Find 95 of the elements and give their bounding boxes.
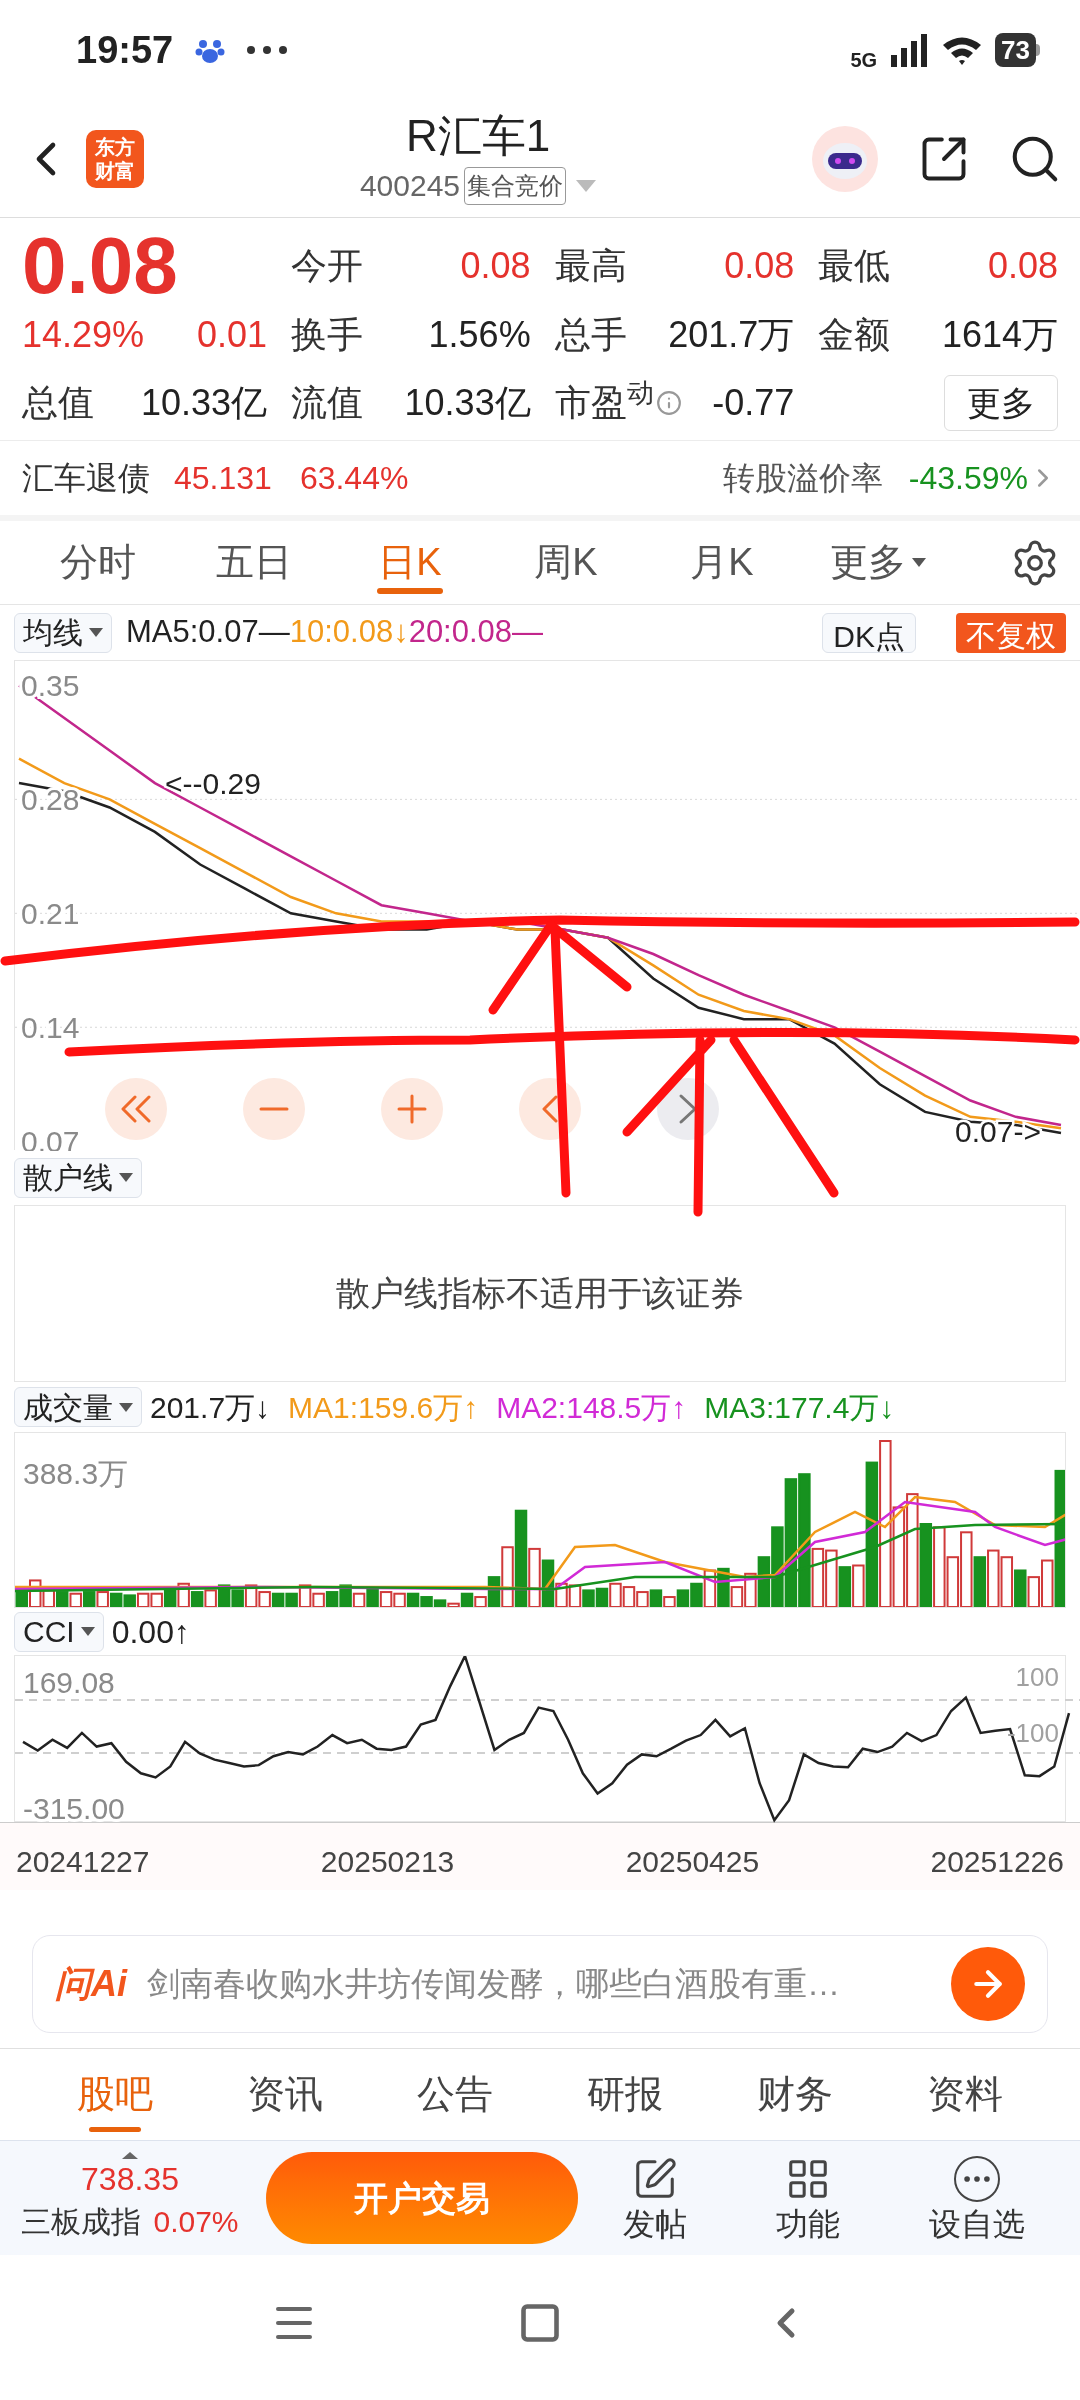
auction-badge: 集合竞价	[464, 166, 567, 205]
stat-label: 最高	[554, 244, 627, 288]
volume-value: MA1:159.6万↑	[288, 1389, 479, 1426]
stat-label: 金额	[818, 312, 891, 357]
stat-value: 10.33亿	[404, 381, 531, 426]
change-amount: 0.01	[196, 312, 267, 357]
ma-value: MA5:0.07—	[126, 613, 290, 652]
indicator-message: 散户线指标不适用于该证券	[336, 1273, 744, 1314]
axis-label: 0.35	[21, 668, 80, 702]
stat-label: 换手	[291, 312, 363, 357]
signal-icon	[889, 33, 930, 67]
plus-icon	[397, 1094, 427, 1124]
bond-change: 63.44%	[299, 459, 409, 498]
stat-label: 总手	[554, 312, 627, 357]
content-tab[interactable]: 研报	[540, 2049, 710, 2140]
stat-label: 市盈$^{动}$	[554, 376, 654, 426]
suggested-question[interactable]: 剑南春收购水井坊传闻发酵，哪些白酒股有重…	[147, 1959, 840, 2009]
clock: 19:57	[76, 27, 174, 73]
stat-value: 201.7万	[668, 312, 795, 357]
axis-label: 0.28	[21, 782, 80, 816]
price-marker-label: <--0.29	[165, 766, 261, 800]
minus-icon	[259, 1107, 289, 1111]
caret-icon	[80, 1627, 95, 1636]
cci-value: 0.00↑	[111, 1612, 190, 1652]
stat-value: 0.08	[987, 244, 1058, 288]
dk-dropdown[interactable]: DK点	[822, 612, 916, 653]
bond-price: 45.131	[174, 459, 272, 498]
volume-value: MA3:177.4万↓	[704, 1389, 895, 1426]
more-button[interactable]: 更多	[944, 375, 1058, 432]
caret-icon	[119, 1173, 133, 1182]
period-tab[interactable]: 月K	[644, 521, 800, 604]
up-caret-icon	[122, 2152, 138, 2159]
chevron-right-icon	[678, 1093, 698, 1125]
robot-avatar-icon[interactable]	[812, 125, 878, 192]
indicator-dropdown[interactable]: 散户线	[14, 1157, 142, 1198]
stat-label: 流值	[291, 381, 363, 426]
index-value: 738.35	[81, 2160, 179, 2199]
stat-value: 1.56%	[428, 312, 531, 357]
toolbar-action[interactable]: 功能	[776, 2156, 840, 2240]
indicator-dropdown[interactable]: 均线	[14, 612, 112, 653]
reference-label: 100	[1015, 1664, 1059, 1690]
bond-name: 汇车退债	[22, 459, 150, 498]
date-label: 20250213	[320, 1844, 455, 1880]
stat-label: 总值	[22, 381, 94, 426]
battery-indicator: 73	[995, 33, 1040, 67]
caret-icon	[89, 628, 103, 637]
caret-icon	[912, 558, 926, 567]
axis-label: 388.3万	[23, 1456, 129, 1492]
content-tab[interactable]: 资讯	[200, 2049, 370, 2140]
volume-value: MA2:148.5万↑	[496, 1389, 687, 1426]
ma-value: 20:0.08—	[408, 613, 544, 652]
premium-label: 转股溢价率	[722, 459, 883, 498]
period-tab[interactable]: 周K	[488, 521, 644, 604]
content-tab[interactable]: 资料	[880, 2049, 1050, 2140]
more-icon	[954, 2156, 1001, 2202]
stat-value: 0.08	[460, 244, 531, 288]
axis-label: 0.07	[21, 1124, 80, 1151]
stock-name: R汇车1	[405, 110, 551, 162]
caret-icon	[119, 1402, 133, 1412]
date-label: 20241227	[16, 1844, 150, 1880]
stat-label: 今开	[291, 244, 363, 288]
stat-label: 最低	[818, 244, 891, 288]
index-name: 三板成指	[21, 2204, 142, 2240]
date-label: 20251226	[930, 1844, 1064, 1880]
chevron-left-icon	[542, 1095, 558, 1123]
stock-code: 400245	[359, 168, 461, 204]
axis-label: 0.21	[21, 896, 80, 930]
date-label: 20250425	[625, 1844, 760, 1880]
axis-label: 0.14	[21, 1010, 80, 1044]
ai-logo: 问Ai	[55, 1962, 127, 2006]
indicator-dropdown[interactable]: 成交量	[14, 1387, 142, 1427]
toolbar-action[interactable]: 设自选	[929, 2156, 1026, 2240]
ma-value: 10:0.08↓	[289, 613, 409, 652]
volume-value: 201.7万↓	[150, 1389, 271, 1426]
toolbar-action[interactable]: 发帖	[622, 2156, 687, 2240]
period-tab[interactable]: 分时	[20, 521, 176, 604]
network-label: 5G	[850, 50, 878, 70]
stat-value: 0.08	[724, 244, 795, 288]
indicator-dropdown[interactable]: CCI	[14, 1611, 104, 1652]
premium-value: -43.59%	[908, 459, 1028, 498]
axis-label: 169.08	[23, 1665, 115, 1699]
content-tab[interactable]: 财务	[710, 2049, 880, 2140]
index-change: 0.07%	[153, 2204, 239, 2240]
stat-value: 10.33亿	[140, 381, 267, 426]
stat-value: 1614万	[941, 312, 1058, 357]
content-tab[interactable]: 公告	[370, 2049, 540, 2140]
stat-value: -0.77	[712, 381, 795, 426]
double-chevron-left-icon	[121, 1095, 151, 1123]
axis-label: -315.00	[23, 1792, 125, 1823]
change-percent: 14.29%	[22, 312, 145, 357]
more-icon	[247, 46, 288, 54]
period-tab[interactable]: 五日	[176, 521, 332, 604]
app-logo: 东方 财富	[86, 129, 144, 188]
period-tab[interactable]: 更多	[800, 521, 956, 604]
current-price: 0.08	[22, 226, 178, 306]
